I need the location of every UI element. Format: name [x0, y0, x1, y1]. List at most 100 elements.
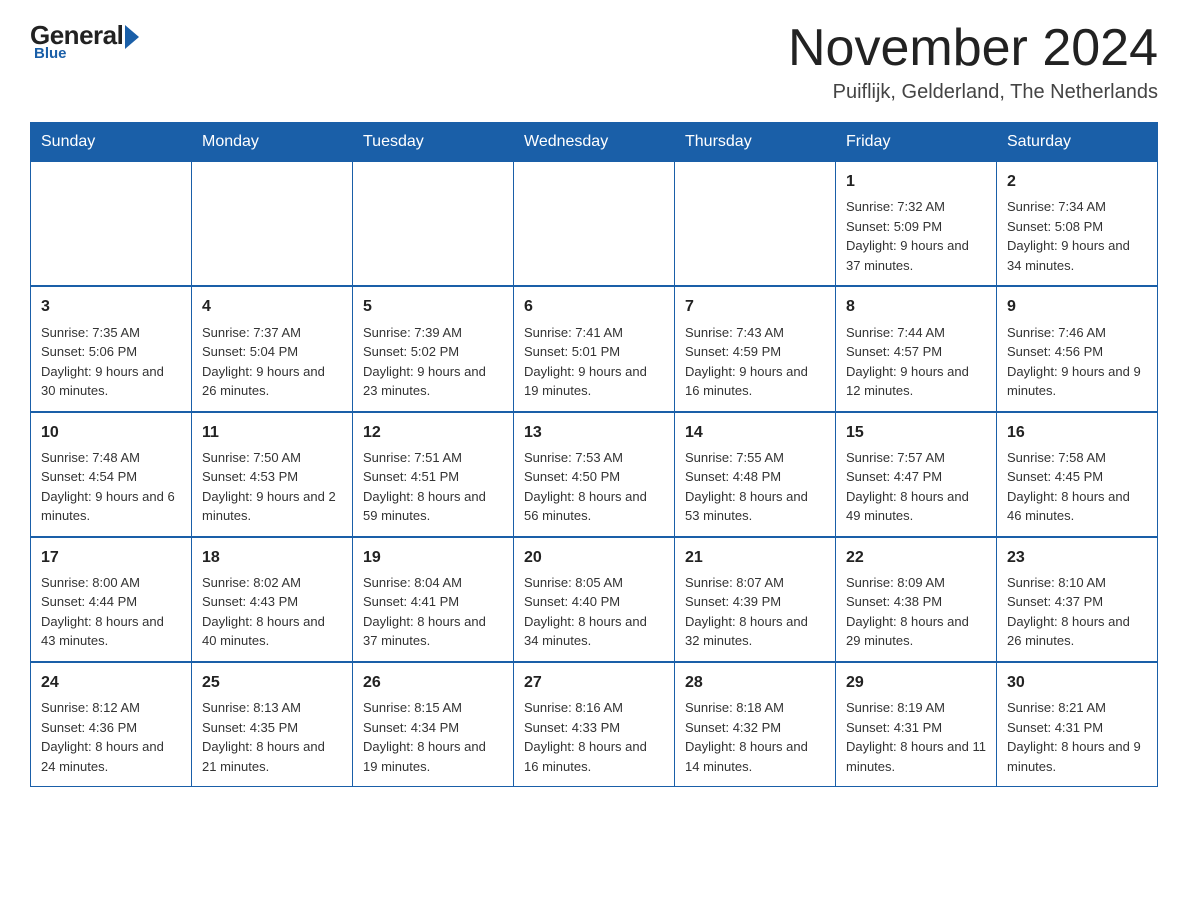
day-info: Sunrise: 7:48 AMSunset: 4:54 PMDaylight:… — [41, 448, 181, 526]
calendar-cell: 23 Sunrise: 8:10 AMSunset: 4:37 PMDayligh… — [997, 537, 1158, 662]
logo-blue-text: Blue — [34, 45, 67, 62]
calendar-cell — [192, 162, 353, 287]
day-info: Sunrise: 7:44 AMSunset: 4:57 PMDaylight:… — [846, 323, 986, 401]
day-number: 2 — [1007, 170, 1147, 193]
calendar-cell: 4 Sunrise: 7:37 AMSunset: 5:04 PMDaylight… — [192, 286, 353, 411]
day-number: 30 — [1007, 671, 1147, 694]
calendar-cell: 9 Sunrise: 7:46 AMSunset: 4:56 PMDaylight… — [997, 286, 1158, 411]
day-number: 17 — [41, 546, 181, 569]
calendar-cell: 12Sunrise: 7:51 AMSunset: 4:51 PMDayligh… — [353, 412, 514, 537]
weekday-header-wednesday: Wednesday — [514, 123, 675, 162]
day-info: Sunrise: 8:10 AMSunset: 4:37 PMDaylight:… — [1007, 573, 1147, 651]
calendar-cell: 28 Sunrise: 8:18 AMSunset: 4:32 PMDayligh… — [675, 662, 836, 787]
calendar-cell: 26 Sunrise: 8:15 AMSunset: 4:34 PMDayligh… — [353, 662, 514, 787]
day-number: 9 — [1007, 295, 1147, 318]
day-number: 14 — [685, 421, 825, 444]
calendar-cell: 20 Sunrise: 8:05 AMSunset: 4:40 PMDayligh… — [514, 537, 675, 662]
day-info: Sunrise: 8:15 AMSunset: 4:34 PMDaylight:… — [363, 698, 503, 776]
day-number: 13 — [524, 421, 664, 444]
calendar-cell: 7 Sunrise: 7:43 AMSunset: 4:59 PMDaylight… — [675, 286, 836, 411]
day-info: Sunrise: 8:09 AMSunset: 4:38 PMDaylight:… — [846, 573, 986, 651]
day-info: Sunrise: 8:00 AMSunset: 4:44 PMDaylight:… — [41, 573, 181, 651]
calendar-cell: 27 Sunrise: 8:16 AMSunset: 4:33 PMDayligh… — [514, 662, 675, 787]
day-info: Sunrise: 8:18 AMSunset: 4:32 PMDaylight:… — [685, 698, 825, 776]
month-title: November 2024 — [788, 20, 1158, 77]
day-number: 6 — [524, 295, 664, 318]
day-number: 27 — [524, 671, 664, 694]
calendar-cell: 10 Sunrise: 7:48 AMSunset: 4:54 PMDayligh… — [31, 412, 192, 537]
day-info: Sunrise: 8:13 AMSunset: 4:35 PMDaylight:… — [202, 698, 342, 776]
day-info: Sunrise: 7:57 AMSunset: 4:47 PMDaylight:… — [846, 448, 986, 526]
weekday-header-saturday: Saturday — [997, 123, 1158, 162]
calendar-cell — [675, 162, 836, 287]
calendar-week-5: 24Sunrise: 8:12 AMSunset: 4:36 PMDayligh… — [31, 662, 1158, 787]
day-number: 29 — [846, 671, 986, 694]
day-info: Sunrise: 8:07 AMSunset: 4:39 PMDaylight:… — [685, 573, 825, 651]
day-info: Sunrise: 7:58 AMSunset: 4:45 PMDaylight:… — [1007, 448, 1147, 526]
calendar-week-4: 17 Sunrise: 8:00 AMSunset: 4:44 PMDayligh… — [31, 537, 1158, 662]
calendar-cell: 3 Sunrise: 7:35 AMSunset: 5:06 PMDaylight… — [31, 286, 192, 411]
day-number: 25 — [202, 671, 342, 694]
calendar-cell: 30 Sunrise: 8:21 AMSunset: 4:31 PMDayligh… — [997, 662, 1158, 787]
day-number: 11 — [202, 421, 342, 444]
weekday-header-friday: Friday — [836, 123, 997, 162]
calendar-cell: 21 Sunrise: 8:07 AMSunset: 4:39 PMDayligh… — [675, 537, 836, 662]
calendar-cell — [31, 162, 192, 287]
day-info: Sunrise: 8:19 AMSunset: 4:31 PMDaylight:… — [846, 698, 986, 776]
day-number: 8 — [846, 295, 986, 318]
calendar-cell — [514, 162, 675, 287]
day-number: 10 — [41, 421, 181, 444]
day-number: 22 — [846, 546, 986, 569]
day-info: Sunrise: 7:39 AMSunset: 5:02 PMDaylight:… — [363, 323, 503, 401]
day-number: 3 — [41, 295, 181, 318]
day-number: 26 — [363, 671, 503, 694]
calendar-week-1: 1Sunrise: 7:32 AMSunset: 5:09 PMDaylight… — [31, 162, 1158, 287]
weekday-header-thursday: Thursday — [675, 123, 836, 162]
location-text: Puiflijk, Gelderland, The Netherlands — [788, 81, 1158, 104]
calendar-cell: 24Sunrise: 8:12 AMSunset: 4:36 PMDayligh… — [31, 662, 192, 787]
day-number: 21 — [685, 546, 825, 569]
day-number: 18 — [202, 546, 342, 569]
page-header: General Blue November 2024 Puiflijk, Gel… — [30, 20, 1158, 104]
calendar-cell: 29 Sunrise: 8:19 AMSunset: 4:31 PMDayligh… — [836, 662, 997, 787]
weekday-header-tuesday: Tuesday — [353, 123, 514, 162]
day-number: 1 — [846, 170, 986, 193]
day-info: Sunrise: 8:21 AMSunset: 4:31 PMDaylight:… — [1007, 698, 1147, 776]
calendar-cell: 15 Sunrise: 7:57 AMSunset: 4:47 PMDayligh… — [836, 412, 997, 537]
day-info: Sunrise: 8:12 AMSunset: 4:36 PMDaylight:… — [41, 698, 181, 776]
calendar-cell: 5 Sunrise: 7:39 AMSunset: 5:02 PMDaylight… — [353, 286, 514, 411]
day-info: Sunrise: 7:34 AMSunset: 5:08 PMDaylight:… — [1007, 197, 1147, 275]
day-number: 7 — [685, 295, 825, 318]
day-number: 19 — [363, 546, 503, 569]
day-info: Sunrise: 7:35 AMSunset: 5:06 PMDaylight:… — [41, 323, 181, 401]
day-number: 20 — [524, 546, 664, 569]
day-info: Sunrise: 7:37 AMSunset: 5:04 PMDaylight:… — [202, 323, 342, 401]
day-info: Sunrise: 7:41 AMSunset: 5:01 PMDaylight:… — [524, 323, 664, 401]
day-info: Sunrise: 7:50 AMSunset: 4:53 PMDaylight:… — [202, 448, 342, 526]
day-number: 4 — [202, 295, 342, 318]
calendar-cell: 22 Sunrise: 8:09 AMSunset: 4:38 PMDayligh… — [836, 537, 997, 662]
calendar-cell: 6 Sunrise: 7:41 AMSunset: 5:01 PMDaylight… — [514, 286, 675, 411]
calendar-cell: 1Sunrise: 7:32 AMSunset: 5:09 PMDaylight… — [836, 162, 997, 287]
day-number: 15 — [846, 421, 986, 444]
day-info: Sunrise: 7:43 AMSunset: 4:59 PMDaylight:… — [685, 323, 825, 401]
title-section: November 2024 Puiflijk, Gelderland, The … — [788, 20, 1158, 104]
day-info: Sunrise: 8:04 AMSunset: 4:41 PMDaylight:… — [363, 573, 503, 651]
calendar-week-3: 10 Sunrise: 7:48 AMSunset: 4:54 PMDayligh… — [31, 412, 1158, 537]
day-info: Sunrise: 8:05 AMSunset: 4:40 PMDaylight:… — [524, 573, 664, 651]
day-info: Sunrise: 7:53 AMSunset: 4:50 PMDaylight:… — [524, 448, 664, 526]
calendar-cell: 18Sunrise: 8:02 AMSunset: 4:43 PMDayligh… — [192, 537, 353, 662]
day-info: Sunrise: 7:46 AMSunset: 4:56 PMDaylight:… — [1007, 323, 1147, 401]
calendar-table: SundayMondayTuesdayWednesdayThursdayFrid… — [30, 122, 1158, 787]
weekday-header-sunday: Sunday — [31, 123, 192, 162]
weekday-header-row: SundayMondayTuesdayWednesdayThursdayFrid… — [31, 123, 1158, 162]
calendar-week-2: 3 Sunrise: 7:35 AMSunset: 5:06 PMDaylight… — [31, 286, 1158, 411]
calendar-cell: 19 Sunrise: 8:04 AMSunset: 4:41 PMDayligh… — [353, 537, 514, 662]
day-number: 16 — [1007, 421, 1147, 444]
day-info: Sunrise: 8:16 AMSunset: 4:33 PMDaylight:… — [524, 698, 664, 776]
calendar-cell: 2 Sunrise: 7:34 AMSunset: 5:08 PMDaylight… — [997, 162, 1158, 287]
day-number: 5 — [363, 295, 503, 318]
day-info: Sunrise: 7:51 AMSunset: 4:51 PMDaylight:… — [363, 448, 503, 526]
day-number: 28 — [685, 671, 825, 694]
day-number: 23 — [1007, 546, 1147, 569]
